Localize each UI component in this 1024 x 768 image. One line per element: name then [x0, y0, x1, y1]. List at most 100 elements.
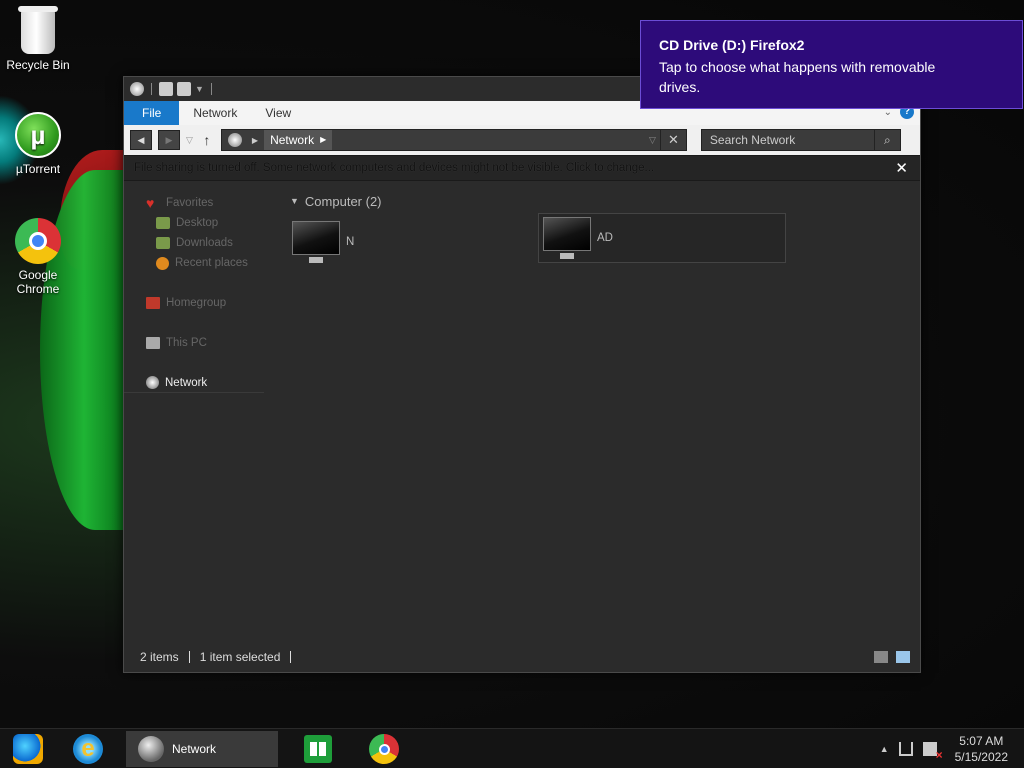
quick-access-separator: [210, 83, 212, 95]
tab-network[interactable]: Network: [179, 101, 251, 125]
customize-toolbar-chevron-icon[interactable]: ▼: [195, 84, 204, 94]
search-placeholder: Search Network: [709, 133, 796, 147]
network-globe-icon: [227, 133, 242, 147]
network-globe-icon: [138, 736, 164, 762]
nav-item-homegroup[interactable]: Homegroup: [124, 293, 274, 313]
store-icon: [304, 735, 332, 763]
search-input[interactable]: Search Network ⌕: [700, 129, 901, 151]
content-pane: ▼ Computer (2) N AD: [274, 181, 920, 649]
breadcrumb-arrow-icon[interactable]: ▶: [252, 136, 258, 145]
taskbar-internet-explorer[interactable]: e: [68, 731, 108, 767]
item-label: N: [346, 236, 355, 248]
clock[interactable]: 5:07 AM 5/15/2022: [955, 733, 1008, 765]
nav-label: This PC: [166, 337, 207, 349]
taskbar-file-explorer[interactable]: Network: [126, 731, 278, 767]
nav-label: Recent places: [175, 257, 248, 269]
status-separator: [188, 651, 190, 663]
up-arrow-icon[interactable]: ↑: [199, 132, 215, 148]
network-globe-icon: [130, 82, 144, 96]
clock-time: 5:07 AM: [959, 734, 1004, 748]
chrome-icon: [15, 218, 61, 264]
network-computer-item[interactable]: N: [288, 217, 358, 267]
nav-label: Favorites: [166, 197, 214, 209]
desktop-icon-google-chrome[interactable]: Google Chrome: [0, 218, 76, 296]
nav-item-network[interactable]: Network: [124, 373, 264, 393]
quick-access-separator: [151, 83, 152, 95]
recycle-bin-icon: [18, 6, 58, 54]
address-bar[interactable]: ▶ Network ▶ ▽ ✕: [220, 129, 687, 151]
homegroup-icon: [146, 297, 160, 309]
item-count: 2 items: [140, 650, 179, 664]
forward-button[interactable]: ▶: [158, 130, 180, 150]
clock-date: 5/15/2022: [954, 750, 1008, 764]
breadcrumb-network[interactable]: Network ▶: [264, 130, 333, 150]
infobar-text: File sharing is turned off. Some network…: [134, 162, 655, 174]
toast-title: CD Drive (D:) Firefox2: [659, 37, 805, 53]
toast-body: Tap to choose what happens with removabl…: [659, 59, 936, 95]
media-center-icon: [13, 734, 43, 764]
new-folder-icon[interactable]: [177, 82, 191, 96]
file-sharing-infobar[interactable]: File sharing is turned off. Some network…: [124, 155, 920, 181]
heart-icon: ♥: [146, 195, 155, 211]
nav-item-this-pc[interactable]: This PC: [124, 333, 274, 353]
utorrent-icon: µ: [15, 112, 61, 158]
autoplay-toast[interactable]: CD Drive (D:) Firefox2 Tap to choose wha…: [640, 20, 1023, 109]
taskbar-store[interactable]: [298, 731, 338, 767]
selection-count: 1 item selected: [199, 650, 281, 664]
properties-icon[interactable]: [159, 82, 173, 96]
navigation-pane: ♥ Favorites Desktop Downloads Recent pla…: [124, 181, 274, 649]
navigation-bar: ◀ ▶ ▽ ↑ ▶ Network ▶ ▽ ✕ Search Network ⌕: [124, 125, 920, 155]
network-status-icon[interactable]: [898, 742, 913, 756]
group-title: Computer (2): [304, 193, 382, 209]
chrome-icon: [369, 734, 399, 764]
show-hidden-icons-chevron-icon[interactable]: ▲: [880, 744, 889, 754]
desktop-icon-label: Google Chrome: [16, 268, 60, 296]
nav-label: Network: [165, 376, 208, 389]
large-icons-view-icon[interactable]: [896, 651, 910, 663]
search-icon[interactable]: ⌕: [873, 130, 900, 150]
desktop-icon-label: µTorrent: [15, 162, 61, 176]
nav-label: Desktop: [176, 217, 219, 229]
monitor-icon: [292, 221, 340, 263]
group-header-computer[interactable]: ▼ Computer (2): [290, 191, 920, 211]
explorer-body: ♥ Favorites Desktop Downloads Recent pla…: [124, 181, 920, 649]
taskbar-chrome[interactable]: [364, 731, 404, 767]
computer-icon: [146, 337, 160, 349]
nav-item-recent-places[interactable]: Recent places: [124, 253, 274, 273]
nav-label: Homegroup: [166, 297, 227, 309]
network-globe-icon: [146, 376, 159, 389]
taskbar-media-center[interactable]: [8, 731, 48, 767]
volume-muted-icon[interactable]: [922, 742, 943, 762]
details-view-icon[interactable]: [874, 651, 888, 663]
taskbar: e Network ▲ 5:07 AM 5/15/2022: [0, 728, 1024, 768]
system-tray: ▲ 5:07 AM 5/15/2022: [880, 729, 1024, 768]
status-separator: [290, 651, 292, 663]
chevron-down-icon[interactable]: ▼: [290, 196, 299, 206]
tab-file[interactable]: File: [124, 101, 180, 125]
address-dropdown-icon[interactable]: ▽: [649, 135, 656, 146]
folder-icon: [156, 217, 170, 229]
item-label: AD: [597, 232, 613, 244]
breadcrumb-arrow-icon: ▶: [320, 135, 327, 144]
recent-locations-chevron-icon[interactable]: ▽: [186, 135, 193, 146]
internet-explorer-icon: e: [73, 734, 103, 764]
close-icon[interactable]: ✕: [895, 159, 908, 177]
explorer-window: ▼ File Network View ⌄ ? ◀ ▶ ▽ ↑ ▶ Networ…: [123, 76, 921, 673]
monitor-icon: [543, 217, 591, 259]
close-icon[interactable]: ✕: [659, 130, 686, 150]
nav-item-downloads[interactable]: Downloads: [124, 233, 274, 253]
recent-places-icon: [156, 256, 169, 270]
tab-view[interactable]: View: [251, 101, 305, 125]
status-bar: 2 items 1 item selected: [124, 642, 920, 672]
breadcrumb-label: Network: [270, 133, 315, 147]
desktop-icon-label: Recycle Bin: [6, 58, 70, 72]
desktop-icon-utorrent[interactable]: µ µTorrent: [0, 112, 76, 176]
taskbar-label: Network: [172, 742, 217, 756]
back-button[interactable]: ◀: [130, 130, 152, 150]
folder-icon: [156, 237, 170, 249]
nav-item-desktop[interactable]: Desktop: [124, 213, 274, 233]
nav-item-favorites[interactable]: ♥ Favorites: [124, 193, 274, 213]
nav-label: Downloads: [176, 237, 233, 249]
desktop-icon-recycle-bin[interactable]: Recycle Bin: [0, 6, 76, 72]
network-computer-item[interactable]: AD: [538, 213, 786, 263]
